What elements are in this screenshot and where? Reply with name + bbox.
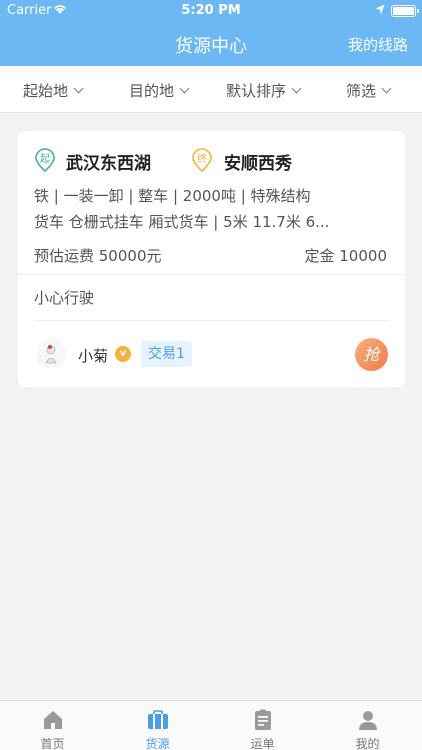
cargo-icon bbox=[146, 708, 170, 732]
divider bbox=[18, 274, 405, 275]
battery-icon bbox=[391, 5, 419, 17]
tab-cargo[interactable]: 货源 bbox=[105, 701, 210, 750]
cargo-card[interactable]: 起 武汉东西湖 终 安顺西秀 铁 | 一装一卸 | 整车 | 2000吨 | 特… bbox=[18, 131, 405, 387]
chevron-down-icon bbox=[381, 83, 392, 94]
cargo-specs: 铁 | 一装一卸 | 整车 | 2000吨 | 特殊结构 bbox=[34, 187, 311, 205]
tab-profile-label: 我的 bbox=[355, 737, 380, 750]
tab-profile[interactable]: 我的 bbox=[315, 701, 420, 750]
filter-destination-label: 目的地 bbox=[129, 82, 175, 100]
verified-icon: v bbox=[115, 346, 131, 362]
header: Carrier 5:20 PM 货源中心 我的线路 bbox=[0, 0, 422, 66]
grab-order-button[interactable]: 抢 bbox=[355, 338, 388, 371]
cargo-note: 小心行驶 bbox=[34, 289, 95, 307]
deposit: 定金 10000 bbox=[304, 247, 388, 265]
filter-destination[interactable]: 目的地 bbox=[129, 80, 190, 101]
user-name: 小菊 bbox=[78, 347, 109, 365]
filter-bar: 起始地 目的地 默认排序 筛选 bbox=[0, 66, 422, 113]
destination-badge-text: 终 bbox=[197, 152, 207, 165]
filter-screen[interactable]: 筛选 bbox=[346, 80, 392, 101]
profile-icon bbox=[356, 708, 380, 732]
destination-city: 安顺西秀 bbox=[224, 154, 292, 174]
destination-pin-icon: 终 bbox=[191, 148, 213, 173]
chevron-down-icon bbox=[291, 83, 302, 94]
tab-waybill[interactable]: 运单 bbox=[210, 701, 315, 750]
tab-home-label: 首页 bbox=[40, 737, 65, 750]
filter-origin-label: 起始地 bbox=[23, 82, 69, 100]
clock: 5:20 PM bbox=[181, 3, 241, 18]
filter-sort[interactable]: 默认排序 bbox=[226, 80, 302, 101]
chevron-down-icon bbox=[179, 83, 190, 94]
location-arrow-icon bbox=[375, 4, 385, 15]
origin-badge-text: 起 bbox=[40, 153, 50, 165]
estimated-fee: 预估运费 50000元 bbox=[34, 247, 162, 265]
trade-count-badge: 交易1 bbox=[141, 341, 192, 367]
home-icon bbox=[41, 708, 65, 732]
tab-waybill-label: 运单 bbox=[250, 737, 275, 750]
tab-cargo-label: 货源 bbox=[145, 737, 170, 750]
status-bar: Carrier 5:20 PM bbox=[0, 0, 422, 22]
origin-pin-icon: 起 bbox=[34, 148, 56, 173]
my-routes-button[interactable]: 我的线路 bbox=[348, 34, 408, 55]
tab-bar: 首页 货源 运单 我的 bbox=[0, 700, 422, 750]
chevron-down-icon bbox=[73, 83, 84, 94]
tab-home[interactable]: 首页 bbox=[0, 701, 105, 750]
waybill-icon bbox=[251, 708, 275, 732]
origin-city: 武汉东西湖 bbox=[66, 154, 151, 174]
vehicle-requirements: 货车 仓栅式挂车 厢式货车 | 5米 11.7米 6... bbox=[34, 213, 330, 231]
avatar[interactable] bbox=[36, 339, 66, 369]
divider bbox=[34, 320, 389, 321]
filter-screen-label: 筛选 bbox=[346, 82, 377, 100]
filter-origin[interactable]: 起始地 bbox=[23, 80, 84, 101]
filter-sort-label: 默认排序 bbox=[226, 82, 287, 100]
